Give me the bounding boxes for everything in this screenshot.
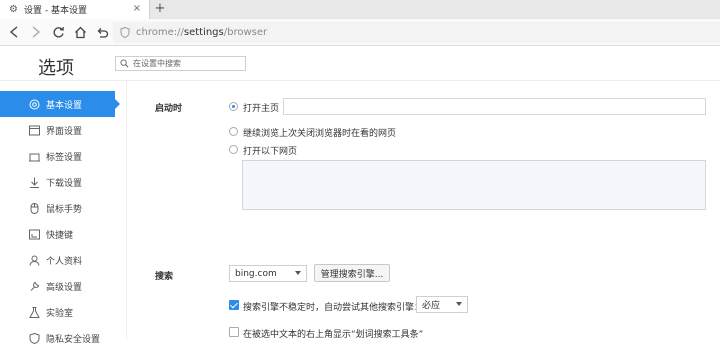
selection-toolbar-checkbox[interactable]	[229, 327, 239, 337]
tab-title: 设置 - 基本设置	[24, 6, 87, 16]
sidebar-item-basic[interactable]: 基本设置	[0, 91, 115, 117]
startup-pages-list[interactable]	[242, 160, 706, 210]
mouse-icon	[28, 202, 40, 214]
keyboard-icon	[28, 228, 40, 240]
search-icon	[120, 59, 129, 68]
undo-close-button[interactable]	[94, 24, 110, 40]
search-engine-select[interactable]: bing.com	[229, 265, 307, 282]
chevron-down-icon	[295, 271, 301, 275]
startup-pages-radio[interactable]	[229, 145, 238, 154]
sidebar-item-lab[interactable]: 实验室	[0, 299, 115, 325]
back-arrow-icon	[9, 26, 18, 38]
startup-label: 启动时	[155, 104, 183, 114]
sidebar-item-label: 标签设置	[46, 152, 83, 163]
wrench-icon	[28, 280, 40, 292]
tab-icon	[28, 150, 40, 162]
sidebar-item-label: 鼠标手势	[46, 204, 83, 215]
url-text: chrome://settings/browser	[136, 27, 268, 38]
address-bar[interactable]: chrome://settings/browser	[113, 22, 720, 43]
header-divider	[0, 80, 720, 81]
search-engine-value: bing.com	[235, 268, 277, 279]
sidebar-item-label: 隐私安全设置	[46, 334, 101, 345]
home-icon	[74, 26, 86, 38]
gear-icon: ⚙	[9, 4, 18, 15]
new-tab-button[interactable]: +	[154, 1, 166, 17]
search-label: 搜索	[155, 272, 174, 282]
back-button[interactable]	[6, 24, 22, 40]
download-icon	[28, 176, 40, 188]
sidebar-item-label: 实验室	[46, 308, 74, 319]
sidebar-item-label: 高级设置	[46, 282, 83, 293]
sidebar-item-label: 基本设置	[46, 100, 83, 111]
manage-search-engines-button[interactable]: 管理搜索引擎...	[314, 264, 390, 282]
forward-arrow-icon	[32, 26, 41, 38]
shield-icon	[28, 332, 40, 344]
reload-button[interactable]	[50, 24, 66, 40]
browser-toolbar: chrome://settings/browser	[0, 19, 720, 46]
forward-button[interactable]	[28, 24, 44, 40]
flask-icon	[28, 306, 40, 318]
sidebar-item-interface[interactable]: 界面设置	[0, 117, 115, 143]
reload-icon	[53, 26, 64, 37]
fallback-mode-value: 必应	[422, 301, 441, 311]
homepage-url-field[interactable]	[283, 98, 706, 115]
startup-homepage-radio[interactable]	[229, 102, 238, 111]
window-icon	[28, 124, 40, 136]
chevron-down-icon	[456, 302, 462, 306]
sidebar: 基本设置 界面设置 标签设置 下载设置 鼠标手势 快捷键 个人资料 高级设置 实…	[0, 91, 118, 345]
sidebar-item-advanced[interactable]: 高级设置	[0, 273, 115, 299]
search-input[interactable]	[133, 59, 243, 68]
undo-icon	[97, 27, 108, 38]
sidebar-divider	[126, 81, 127, 340]
sidebar-item-download[interactable]: 下载设置	[0, 169, 115, 195]
fallback-mode-select[interactable]: 必应	[416, 296, 468, 313]
startup-continue-label: 继续浏览上次关闭浏览器时在看的网页	[243, 129, 397, 139]
startup-homepage-label: 打开主页	[243, 104, 280, 114]
tab-settings[interactable]: ⚙ 设置 - 基本设置 ×	[0, 0, 150, 19]
sidebar-item-profile[interactable]: 个人资料	[0, 247, 115, 273]
site-info-icon[interactable]	[119, 27, 130, 38]
fallback-engine-label: 搜索引擎不稳定时，自动尝试其他搜索引擎：	[243, 303, 424, 313]
sidebar-item-tabs[interactable]: 标签设置	[0, 143, 115, 169]
startup-continue-radio[interactable]	[229, 127, 238, 136]
sidebar-item-label: 界面设置	[46, 126, 83, 137]
person-icon	[28, 254, 40, 266]
selection-toolbar-label: 在被选中文本的右上角显示“划词搜索工具条”	[243, 330, 424, 340]
startup-pages-label: 打开以下网页	[243, 147, 298, 157]
tab-close-button[interactable]: ×	[133, 3, 141, 14]
sidebar-item-privacy[interactable]: 隐私安全设置	[0, 325, 115, 351]
fallback-engine-checkbox[interactable]	[229, 300, 239, 310]
sidebar-item-label: 个人资料	[46, 256, 83, 267]
page-title: 选项	[38, 58, 74, 79]
settings-circle-icon	[28, 98, 40, 110]
sidebar-item-label: 下载设置	[46, 178, 83, 189]
sidebar-item-gesture[interactable]: 鼠标手势	[0, 195, 115, 221]
home-button[interactable]	[72, 24, 88, 40]
sidebar-item-label: 快捷键	[46, 230, 74, 241]
tab-strip: ⚙ 设置 - 基本设置 × +	[0, 0, 720, 19]
settings-search[interactable]	[115, 56, 246, 71]
sidebar-item-shortcuts[interactable]: 快捷键	[0, 221, 115, 247]
